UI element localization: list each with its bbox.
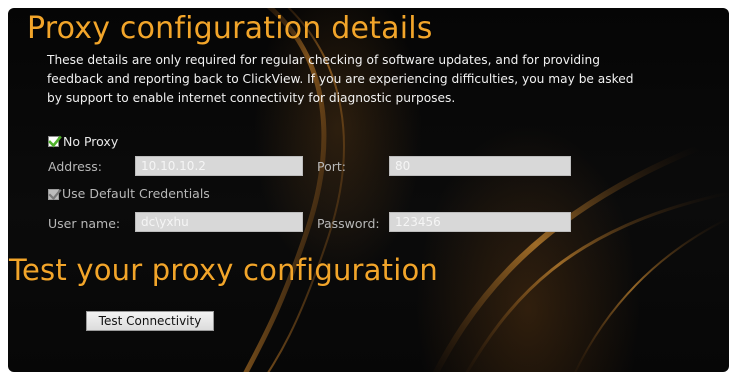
checkmark-icon [48,188,62,201]
proxy-configuration-title: Proxy configuration details [27,11,433,46]
test-proxy-configuration-title: Test your proxy configuration [9,253,439,287]
no-proxy-label[interactable]: No Proxy [63,134,118,149]
test-connectivity-button[interactable]: Test Connectivity [86,311,214,331]
username-field[interactable]: dc\yxhu [135,212,303,232]
use-default-credentials-checkbox[interactable] [48,188,62,201]
use-default-credentials-label[interactable]: Use Default Credentials [62,186,210,201]
description-line-2: feedback and reporting back to ClickView… [47,72,634,86]
address-field[interactable]: 10.10.10.2 [135,156,303,176]
password-field[interactable]: 123456 [389,212,571,232]
description-line-3: by support to enable internet connectivi… [47,91,456,105]
description-line-1: These details are only required for regu… [47,53,600,67]
no-proxy-checkbox[interactable] [48,135,62,148]
proxy-settings-panel: Proxy configuration details These detail… [8,8,729,372]
proxy-description: These details are only required for regu… [47,51,727,108]
address-label: Address: [48,159,102,174]
password-label: Password: [317,216,380,231]
port-field[interactable]: 80 [389,156,571,176]
username-label: User name: [48,216,121,231]
port-label: Port: [317,159,346,174]
checkmark-icon [48,135,62,148]
no-proxy-label-text: No Proxy [63,134,119,149]
